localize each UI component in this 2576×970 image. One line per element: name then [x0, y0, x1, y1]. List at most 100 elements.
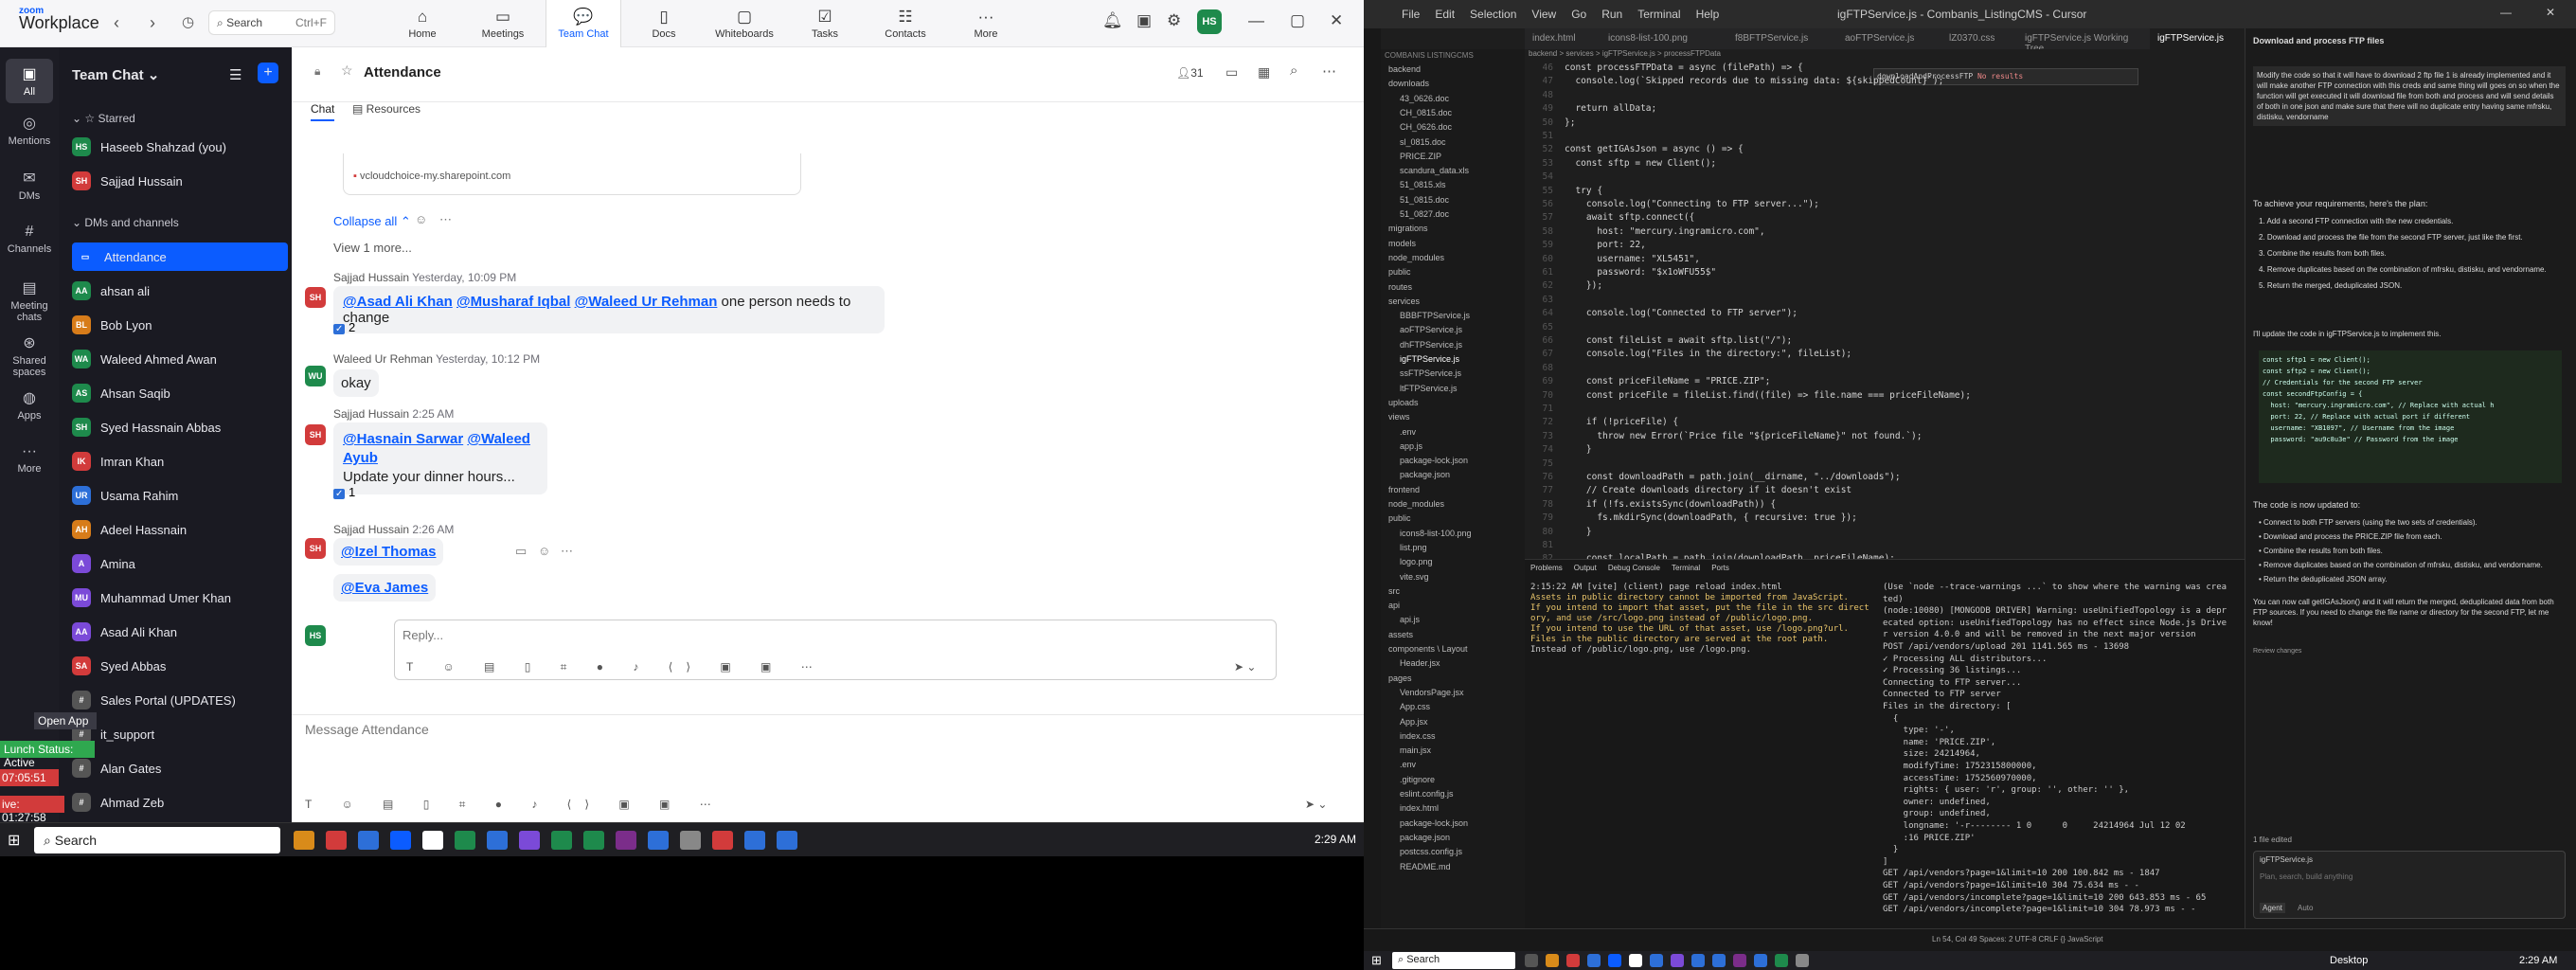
file-item[interactable]: .env — [1381, 758, 1416, 771]
taskbar-app-icon[interactable] — [583, 831, 604, 850]
taskbar-search[interactable]: ⌕ Search — [1392, 952, 1515, 969]
sidebar-item[interactable]: # it_support — [72, 720, 288, 748]
collapse-all-link[interactable]: Collapse all ⌃ — [333, 214, 411, 229]
code-line[interactable]: const priceFileName = "PRICE.ZIP"; — [1565, 376, 1770, 386]
taskbar-app-icon[interactable] — [680, 831, 701, 850]
member-count[interactable]: 👤︎31 — [1176, 66, 1204, 80]
code-line[interactable]: console.log("Files in the directory:", f… — [1565, 349, 1852, 359]
file-item[interactable]: BBBFTPService.js — [1381, 309, 1470, 322]
file-item[interactable]: main.jsx — [1381, 744, 1431, 757]
taskbar-app-icon[interactable] — [1691, 954, 1705, 967]
rail-channels[interactable]: # Channels — [0, 224, 59, 255]
file-item[interactable]: CH_0626.doc — [1381, 120, 1452, 134]
taskbar-app-icon[interactable] — [1546, 954, 1559, 967]
sidebar-item[interactable]: # Ahmad Zeb — [72, 788, 288, 817]
rail-more[interactable]: ··· More — [0, 443, 59, 475]
code-line[interactable]: const processFTPData = async (filePath) … — [1565, 63, 1803, 73]
code-line[interactable]: fs.mkdirSync(downloadPath, { recursive: … — [1565, 512, 1857, 523]
file-item[interactable]: node_modules — [1381, 251, 1444, 264]
file-item[interactable]: CH_0815.doc — [1381, 106, 1452, 119]
sidebar-item[interactable]: BL Bob Lyon — [72, 311, 288, 339]
tab-team-chat[interactable]: 💬 Team Chat — [546, 0, 621, 47]
rail-mentions[interactable]: ◎ Mentions — [0, 114, 59, 147]
file-item[interactable]: models — [1381, 237, 1416, 250]
send-icon[interactable]: ➤ ⌄ — [1305, 798, 1327, 811]
tab-chat[interactable]: Chat — [311, 102, 335, 121]
file-item[interactable]: 51_0815.xls — [1381, 178, 1446, 191]
link-text[interactable]: ▪ vcloudchoice-my.sharepoint.com — [353, 171, 510, 182]
file-item[interactable]: backend — [1381, 63, 1421, 76]
menu-item[interactable]: View — [1531, 8, 1556, 21]
tab-contacts[interactable]: ☷ Contacts — [868, 0, 943, 47]
editor-tab[interactable]: icons8-list-100.png — [1601, 28, 1727, 49]
open-app-button[interactable]: Open App — [34, 712, 97, 729]
taskbar-clock[interactable]: 2:29 AM — [1315, 833, 1356, 846]
taskbar-app-icon[interactable] — [1608, 954, 1621, 967]
tab-home[interactable]: ⌂ Home — [385, 0, 460, 47]
file-item[interactable]: PRICE.ZIP — [1381, 150, 1441, 163]
file-item[interactable]: package-lock.json — [1381, 454, 1468, 467]
mention[interactable]: @Eva James — [341, 580, 428, 596]
rail-meeting-chats[interactable]: ▤ Meeting chats — [0, 278, 59, 323]
maximize-icon[interactable]: ▢ — [1290, 11, 1305, 30]
file-item[interactable]: src — [1381, 584, 1400, 598]
sidebar-item[interactable]: WA Waleed Ahmed Awan — [72, 345, 288, 373]
view-more-link[interactable]: View 1 more... — [333, 241, 412, 255]
history-icon[interactable]: ◷ — [182, 13, 194, 30]
sidebar-item[interactable]: HS Haseeb Shahzad (you) — [72, 133, 288, 161]
sidebar-item[interactable]: ▭ Attendance — [72, 242, 288, 271]
menu-item[interactable]: Edit — [1435, 8, 1455, 21]
taskbar-app-icon[interactable] — [712, 831, 733, 850]
file-item[interactable]: uploads — [1381, 396, 1419, 409]
file-item[interactable]: frontend — [1381, 483, 1420, 496]
panel-tab[interactable]: Terminal — [1672, 564, 1700, 572]
editor-tab[interactable]: f8BFTPService.js — [1727, 28, 1837, 49]
file-item[interactable]: views — [1381, 410, 1410, 423]
filter-icon[interactable]: ☰ — [229, 66, 242, 83]
sidebar-item[interactable]: IK Imran Khan — [72, 447, 288, 476]
file-item[interactable]: VendorsPage.jsx — [1381, 686, 1464, 699]
code-line[interactable]: try { — [1565, 186, 1602, 196]
sidebar-item[interactable]: AS Ahsan Saqib — [72, 379, 288, 407]
code-line[interactable]: console.log("Connected to FTP server"); — [1565, 308, 1798, 318]
sidebar-item[interactable]: # Sales Portal (UPDATES) — [72, 686, 288, 714]
whiteboard-icon[interactable]: ▣ — [1136, 11, 1152, 30]
code-line[interactable]: username: "XL5451", — [1565, 254, 1700, 264]
reaction[interactable]: ✓ 2 — [333, 320, 355, 334]
tab-meetings[interactable]: ▭ Meetings — [465, 0, 541, 47]
taskbar-search[interactable]: ⌕ Search — [34, 827, 280, 853]
edited-file-chip[interactable]: igFTPService.js — [2260, 855, 2313, 864]
file-item[interactable]: services — [1381, 295, 1420, 308]
sidebar-item[interactable]: SA Syed Abbas — [72, 652, 288, 680]
taskbar-app-icon[interactable] — [487, 831, 508, 850]
avatar[interactable]: HS — [1197, 9, 1222, 34]
taskbar-app-icon[interactable] — [551, 831, 572, 850]
taskbar-app-icon[interactable] — [744, 831, 765, 850]
file-item[interactable]: icons8-list-100.png — [1381, 527, 1472, 540]
menu-item[interactable]: Selection — [1470, 8, 1516, 21]
file-item[interactable]: components \ Layout — [1381, 642, 1468, 656]
file-item[interactable]: sl_0815.doc — [1381, 135, 1446, 149]
code-line[interactable]: return allData; — [1565, 103, 1656, 114]
menu-item[interactable]: Go — [1571, 8, 1586, 21]
code-line[interactable]: } — [1565, 444, 1592, 455]
taskbar-app-icon[interactable] — [455, 831, 475, 850]
code-line[interactable]: console.log("Connecting to FTP server...… — [1565, 199, 1819, 209]
code-line[interactable]: } — [1565, 527, 1592, 537]
taskbar-app-icon[interactable] — [326, 831, 347, 850]
calendar-icon[interactable]: ▦ — [1258, 64, 1270, 81]
sidebar-item[interactable]: SH Syed Hassnain Abbas — [72, 413, 288, 441]
agent-mode-button[interactable]: Agent — [2260, 903, 2285, 913]
sidebar-item[interactable]: MU Muhammad Umer Khan — [72, 584, 288, 612]
editor-tab[interactable]: igFTPService.js Working Tree — [2017, 28, 2150, 49]
panel-tab[interactable]: Ports — [1711, 564, 1729, 572]
taskbar-app-icon[interactable] — [1775, 954, 1788, 967]
react-icon[interactable]: ☺ — [538, 544, 550, 558]
file-item[interactable]: list.png — [1381, 541, 1427, 554]
taskbar-app-icon[interactable] — [616, 831, 636, 850]
sidebar-item[interactable]: AH Adeel Hassnain — [72, 515, 288, 544]
code-line[interactable]: const sftp = new Client(); — [1565, 158, 1716, 169]
file-item[interactable]: README.md — [1381, 860, 1451, 873]
file-item[interactable]: assets — [1381, 628, 1413, 641]
reaction[interactable]: ✓ 1 — [333, 485, 355, 499]
